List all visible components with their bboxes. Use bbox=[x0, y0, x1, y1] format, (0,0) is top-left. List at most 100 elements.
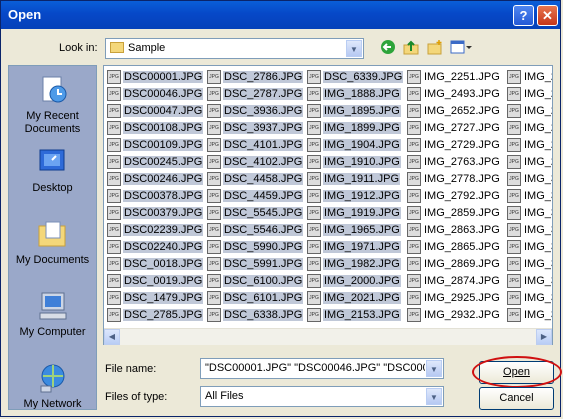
scroll-right-icon[interactable]: ▶ bbox=[536, 329, 552, 345]
file-item[interactable]: JPG DSC_6338.JPG bbox=[207, 308, 304, 325]
file-item[interactable]: JPG IMG_2865.JPG bbox=[407, 240, 501, 257]
file-item[interactable]: JPGIMG_2 bbox=[507, 87, 552, 104]
file-item[interactable]: JPGIMG_2 bbox=[507, 138, 552, 155]
look-in-dropdown[interactable]: Sample ▼ bbox=[105, 38, 364, 59]
file-item[interactable]: JPGIMG_3 bbox=[507, 223, 552, 240]
file-item[interactable]: JPGIMG_2 bbox=[507, 70, 552, 87]
title-bar[interactable]: Open ? ✕ bbox=[1, 1, 560, 29]
file-item[interactable]: JPG IMG_2153.JPG bbox=[307, 308, 403, 325]
file-item[interactable]: JPG DSC_1479.JPG bbox=[107, 291, 204, 308]
jpg-file-icon: JPG bbox=[107, 87, 121, 101]
file-item[interactable]: JPG IMG_2251.JPG bbox=[407, 70, 501, 87]
file-item[interactable]: JPG DSC02239.JPG bbox=[107, 223, 204, 240]
file-item[interactable]: JPG DSC_0018.JPG bbox=[107, 257, 204, 274]
file-item[interactable]: JPG DSC_4101.JPG bbox=[207, 138, 304, 155]
horizontal-scrollbar[interactable]: ◀ ▶ bbox=[104, 328, 552, 345]
file-item[interactable]: JPG DSC_6100.JPG bbox=[207, 274, 304, 291]
file-item[interactable]: JPGIMG_3 bbox=[507, 257, 552, 274]
file-item[interactable]: JPG DSC_5546.JPG bbox=[207, 223, 304, 240]
close-button[interactable]: ✕ bbox=[537, 5, 558, 26]
file-item[interactable]: JPGIMG_3 bbox=[507, 240, 552, 257]
file-item[interactable]: JPG IMG_1965.JPG bbox=[307, 223, 403, 240]
file-item[interactable]: JPG IMG_2863.JPG bbox=[407, 223, 501, 240]
file-item[interactable]: JPG DSC_5990.JPG bbox=[207, 240, 304, 257]
file-item[interactable]: JPG DSC00246.JPG bbox=[107, 172, 204, 189]
file-item[interactable]: JPG IMG_1899.JPG bbox=[307, 121, 403, 138]
file-item[interactable]: JPG DSC_4458.JPG bbox=[207, 172, 304, 189]
file-item[interactable]: JPG IMG_2021.JPG bbox=[307, 291, 403, 308]
file-item[interactable]: JPG IMG_1982.JPG bbox=[307, 257, 403, 274]
views-menu-icon[interactable] bbox=[449, 39, 473, 57]
file-item[interactable]: JPGIMG_2 bbox=[507, 121, 552, 138]
file-item[interactable]: JPGIMG_3 bbox=[507, 172, 552, 189]
file-item[interactable]: JPGIMG_2 bbox=[507, 155, 552, 172]
file-item[interactable]: JPG DSC_4102.JPG bbox=[207, 155, 304, 172]
file-item[interactable]: JPGIMG_3 bbox=[507, 274, 552, 291]
files-of-type-dropdown[interactable]: All Files ▼ bbox=[200, 386, 444, 407]
file-item[interactable]: JPG DSC00109.JPG bbox=[107, 138, 204, 155]
file-item[interactable]: JPG DSC00001.JPG bbox=[107, 70, 204, 87]
file-item[interactable]: JPG IMG_2792.JPG bbox=[407, 189, 501, 206]
help-button[interactable]: ? bbox=[513, 5, 534, 26]
place-recent-documents[interactable]: My Recent Documents bbox=[9, 74, 96, 136]
cancel-button[interactable]: Cancel bbox=[479, 387, 554, 410]
file-item[interactable]: JPG DSC00245.JPG bbox=[107, 155, 204, 172]
new-folder-icon[interactable] bbox=[425, 39, 445, 57]
file-item[interactable]: JPG IMG_1888.JPG bbox=[307, 87, 403, 104]
file-item[interactable]: JPG DSC_6339.JPG bbox=[307, 70, 404, 87]
file-item[interactable]: JPG IMG_2652.JPG bbox=[407, 104, 501, 121]
file-item[interactable]: JPG IMG_2493.JPG bbox=[407, 87, 501, 104]
file-item[interactable]: JPG DSC00108.JPG bbox=[107, 121, 204, 138]
file-item[interactable]: JPG DSC00047.JPG bbox=[107, 104, 204, 121]
file-item[interactable]: JPG DSC_6101.JPG bbox=[207, 291, 304, 308]
up-folder-icon[interactable] bbox=[401, 39, 421, 57]
file-item[interactable]: JPGIMG_3 bbox=[507, 308, 552, 325]
scroll-left-icon[interactable]: ◀ bbox=[104, 329, 120, 345]
file-item[interactable]: JPG IMG_2932.JPG bbox=[407, 308, 501, 325]
place-my-documents[interactable]: My Documents bbox=[9, 218, 96, 267]
jpg-file-icon: JPG bbox=[207, 206, 221, 220]
file-item[interactable]: JPG DSC_2787.JPG bbox=[207, 87, 304, 104]
file-item[interactable]: JPGIMG_2 bbox=[507, 104, 552, 121]
place-my-network[interactable]: My Network bbox=[9, 362, 96, 409]
file-item[interactable]: JPG IMG_2859.JPG bbox=[407, 206, 501, 223]
file-item[interactable]: JPGIMG_3 bbox=[507, 206, 552, 223]
file-item[interactable]: JPGIMG_3 bbox=[507, 291, 552, 308]
chevron-down-icon[interactable]: ▼ bbox=[346, 40, 362, 57]
file-item[interactable]: JPG IMG_2727.JPG bbox=[407, 121, 501, 138]
file-item[interactable]: JPG DSC_0019.JPG bbox=[107, 274, 204, 291]
file-item[interactable]: JPG IMG_1911.JPG bbox=[307, 172, 403, 189]
place-my-computer[interactable]: My Computer bbox=[9, 290, 96, 339]
file-item[interactable]: JPG DSC_3936.JPG bbox=[207, 104, 304, 121]
file-item[interactable]: JPG DSC_3937.JPG bbox=[207, 121, 304, 138]
file-item[interactable]: JPG IMG_1971.JPG bbox=[307, 240, 403, 257]
file-item[interactable]: JPG IMG_1912.JPG bbox=[307, 189, 403, 206]
place-desktop[interactable]: Desktop bbox=[9, 146, 96, 195]
file-item[interactable]: JPG DSC00046.JPG bbox=[107, 87, 204, 104]
file-item[interactable]: JPG IMG_2869.JPG bbox=[407, 257, 501, 274]
file-name-field[interactable]: "DSC00001.JPG" "DSC00046.JPG" "DSC000 ▼ bbox=[200, 358, 444, 379]
back-icon[interactable] bbox=[378, 39, 398, 57]
file-item[interactable]: JPG DSC_2786.JPG bbox=[207, 70, 304, 87]
file-item[interactable]: JPG IMG_1910.JPG bbox=[307, 155, 403, 172]
file-item[interactable]: JPG IMG_2729.JPG bbox=[407, 138, 501, 155]
file-item[interactable]: JPG IMG_2925.JPG bbox=[407, 291, 501, 308]
file-list[interactable]: JPG DSC00001.JPG JPG DSC00046.JPG JPG DSC0004… bbox=[103, 65, 553, 345]
file-item[interactable]: JPG DSC00379.JPG bbox=[107, 206, 204, 223]
file-item[interactable]: JPG IMG_2874.JPG bbox=[407, 274, 501, 291]
chevron-down-icon[interactable]: ▼ bbox=[426, 388, 442, 405]
chevron-down-icon[interactable]: ▼ bbox=[426, 360, 442, 377]
file-item[interactable]: JPG DSC00378.JPG bbox=[107, 189, 204, 206]
file-item[interactable]: JPG DSC_4459.JPG bbox=[207, 189, 304, 206]
file-item[interactable]: JPG DSC_5545.JPG bbox=[207, 206, 304, 223]
file-item[interactable]: JPG IMG_2763.JPG bbox=[407, 155, 501, 172]
file-item[interactable]: JPG DSC_5991.JPG bbox=[207, 257, 304, 274]
file-item[interactable]: JPGIMG_3 bbox=[507, 189, 552, 206]
file-item[interactable]: JPG IMG_2778.JPG bbox=[407, 172, 501, 189]
file-item[interactable]: JPG IMG_2000.JPG bbox=[307, 274, 403, 291]
file-item[interactable]: JPG IMG_1895.JPG bbox=[307, 104, 403, 121]
file-item[interactable]: JPG DSC02240.JPG bbox=[107, 240, 204, 257]
file-item[interactable]: JPG IMG_1904.JPG bbox=[307, 138, 403, 155]
file-item[interactable]: JPG DSC_2785.JPG bbox=[107, 308, 204, 325]
file-item[interactable]: JPG IMG_1919.JPG bbox=[307, 206, 403, 223]
